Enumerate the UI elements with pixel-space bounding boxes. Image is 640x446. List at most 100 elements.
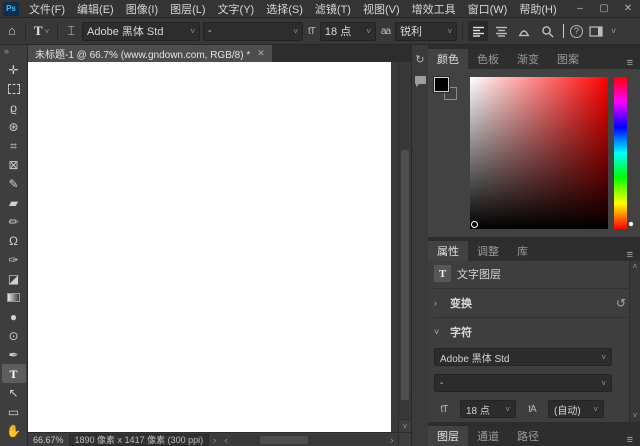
- hue-ramp[interactable]: [614, 77, 627, 229]
- horizontal-scrollbar-thumb[interactable]: [260, 436, 308, 444]
- char-leading-select[interactable]: (自动) ˅: [548, 400, 604, 418]
- reset-icon[interactable]: ↺: [616, 296, 626, 310]
- align-left-button[interactable]: [468, 21, 488, 41]
- pen-tool[interactable]: ✒: [2, 345, 26, 364]
- minimize-button[interactable]: –: [568, 0, 592, 18]
- menu-item-type[interactable]: 文字(Y): [212, 1, 261, 17]
- menu-item-help[interactable]: 帮助(H): [513, 1, 562, 17]
- properties-panel-tabs: 属性调整库: [428, 241, 537, 261]
- tab-color[interactable]: 颜色: [428, 49, 468, 69]
- scroll-right-icon[interactable]: ›: [386, 435, 398, 445]
- eyedropper-tool[interactable]: ✎: [2, 174, 26, 193]
- spot-healing-brush-tool[interactable]: ▰: [2, 193, 26, 212]
- char-font-size-select[interactable]: 18 点 ˅: [460, 400, 516, 418]
- canvas[interactable]: [28, 62, 391, 432]
- history-brush-tool[interactable]: ✑: [2, 250, 26, 269]
- panel-menu-icon[interactable]: ≡: [620, 249, 640, 261]
- tab-swatches[interactable]: 色板: [468, 49, 508, 69]
- anti-alias-select[interactable]: 锐利 ˅: [395, 22, 457, 41]
- maximize-button[interactable]: ▢: [592, 0, 616, 18]
- menu-item-window[interactable]: 窗口(W): [462, 1, 514, 17]
- align-center-icon: [495, 26, 508, 37]
- saturation-brightness-field[interactable]: [470, 77, 608, 229]
- panel-menu-icon[interactable]: ≡: [620, 434, 640, 446]
- comments-panel-icon[interactable]: [415, 76, 426, 84]
- dodge-tool[interactable]: ⊙: [2, 326, 26, 345]
- horizontal-scrollbar-track[interactable]: [232, 435, 386, 445]
- clone-stamp-tool[interactable]: Ω: [2, 231, 26, 250]
- tab-layers[interactable]: 图层: [428, 426, 468, 446]
- menu-item-edit[interactable]: 编辑(E): [71, 1, 120, 17]
- vertical-scrollbar-thumb[interactable]: [401, 150, 409, 400]
- hand-tool-icon: ✋: [6, 425, 21, 437]
- home-icon[interactable]: ⌂: [4, 21, 20, 41]
- scroll-down-icon[interactable]: ˅: [399, 419, 411, 432]
- text-orientation-icon[interactable]: ⌶: [63, 21, 79, 41]
- scroll-up-icon[interactable]: ˄: [630, 261, 640, 273]
- tab-properties[interactable]: 属性: [428, 241, 468, 261]
- eraser-tool[interactable]: ◪: [2, 269, 26, 288]
- workspace-button[interactable]: [586, 21, 606, 41]
- workspace: » ✛ ϱ⊛⌗⊠✎▰✏Ω✑◪ ●⊙✒T↖▭ ✋ 未标题-1 @ 66.7% (www.…: [0, 45, 640, 446]
- expand-tools-icon[interactable]: »: [0, 45, 27, 60]
- status-popup-icon[interactable]: ›: [209, 435, 220, 445]
- properties-scrollbar-track[interactable]: [630, 273, 640, 410]
- align-center-button[interactable]: [491, 21, 511, 41]
- foreground-color-swatch[interactable]: [434, 77, 449, 92]
- move-tool[interactable]: ✛: [2, 60, 26, 79]
- transform-section-header[interactable]: › 变换 ↺: [434, 291, 640, 315]
- font-family-select[interactable]: Adobe 黑体 Std ˅: [82, 22, 200, 41]
- tab-patterns[interactable]: 图案: [548, 49, 588, 69]
- color-picker-marker[interactable]: [471, 221, 478, 228]
- menu-item-plugins[interactable]: 增效工具: [406, 1, 462, 17]
- menu-item-file[interactable]: 文件(F): [23, 1, 71, 17]
- char-font-style-select[interactable]: - ˅: [434, 374, 612, 392]
- help-icon[interactable]: ?: [570, 25, 583, 38]
- hand-tool[interactable]: ✋: [2, 421, 26, 440]
- tab-libraries[interactable]: 库: [508, 241, 537, 261]
- character-section-header[interactable]: ˅ 字符: [434, 320, 640, 344]
- character-label: 字符: [450, 324, 472, 340]
- menu-item-layer[interactable]: 图层(L): [164, 1, 211, 17]
- zoom-level[interactable]: 66.67%: [28, 435, 69, 445]
- document-tab[interactable]: 未标题-1 @ 66.7% (www.gndown.com, RGB/8) * …: [28, 45, 272, 62]
- vertical-scrollbar[interactable]: ˅: [398, 62, 411, 432]
- horizontal-scrollbar[interactable]: ‹ ›: [220, 433, 398, 446]
- history-panel-icon[interactable]: ↻: [415, 53, 424, 66]
- type-tool[interactable]: T: [2, 364, 26, 383]
- tool-preset-picker[interactable]: T ˅: [31, 23, 52, 39]
- close-button[interactable]: ✕: [616, 0, 640, 18]
- warp-text-button[interactable]: [514, 21, 534, 41]
- scroll-down-icon[interactable]: ˅: [630, 410, 640, 422]
- menu-item-view[interactable]: 视图(V): [357, 1, 406, 17]
- close-tab-icon[interactable]: ✕: [257, 48, 265, 59]
- font-size-select[interactable]: 18 点 ˅: [320, 22, 376, 41]
- chevron-down-icon[interactable]: ˅: [609, 26, 618, 36]
- tab-gradients[interactable]: 渐变: [508, 49, 548, 69]
- search-button[interactable]: [537, 21, 557, 41]
- blur-tool[interactable]: ●: [2, 307, 26, 326]
- font-style-select[interactable]: - ˅: [203, 22, 303, 41]
- divider: [25, 22, 26, 40]
- char-font-family-select[interactable]: Adobe 黑体 Std ˅: [434, 348, 612, 366]
- tab-paths[interactable]: 路径: [508, 426, 548, 446]
- quick-selection-tool[interactable]: ⊛: [2, 117, 26, 136]
- tab-channels[interactable]: 通道: [468, 426, 508, 446]
- crop-tool[interactable]: ⌗: [2, 136, 26, 155]
- lasso-tool[interactable]: ϱ: [2, 98, 26, 117]
- brush-tool[interactable]: ✏: [2, 212, 26, 231]
- tab-adjustments[interactable]: 调整: [468, 241, 508, 261]
- scroll-left-icon[interactable]: ‹: [220, 435, 232, 445]
- frame-tool[interactable]: ⊠: [2, 155, 26, 174]
- rectangle-tool[interactable]: ▭: [2, 402, 26, 421]
- menu-item-select[interactable]: 选择(S): [260, 1, 309, 17]
- panel-menu-icon[interactable]: ≡: [620, 57, 640, 69]
- properties-scrollbar[interactable]: ˄ ˅: [629, 261, 640, 422]
- menu-item-filter[interactable]: 滤镜(T): [309, 1, 357, 17]
- path-selection-tool[interactable]: ↖: [2, 383, 26, 402]
- rectangular-marquee-tool[interactable]: [2, 79, 26, 98]
- gradient-tool[interactable]: [2, 288, 26, 307]
- menu-item-image[interactable]: 图像(I): [120, 1, 164, 17]
- hue-slider[interactable]: [614, 77, 634, 229]
- hue-slider-marker[interactable]: [628, 221, 634, 227]
